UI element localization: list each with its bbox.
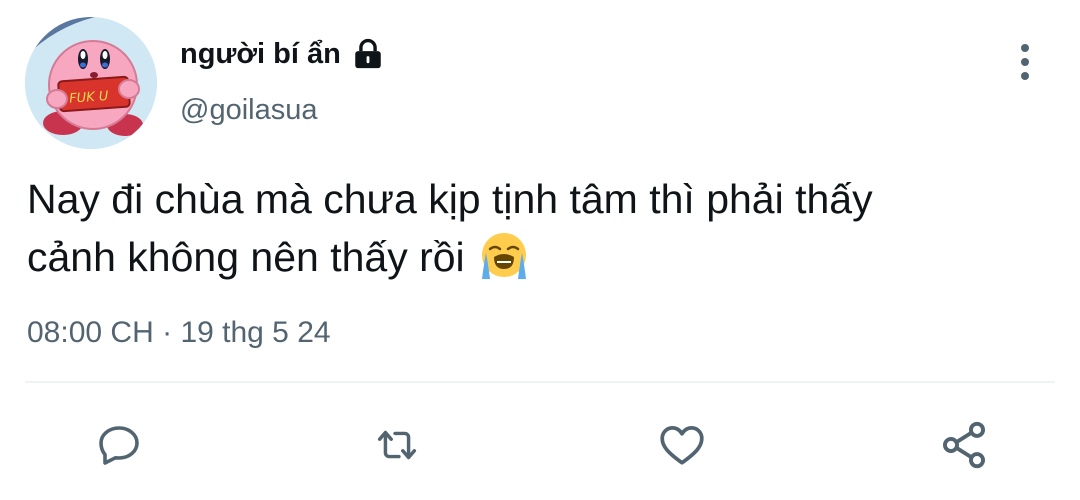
avatar-box-text: FUK U [69,89,110,107]
tweet-date: 19 thg 5 24 [180,316,331,349]
more-vertical-icon[interactable] [1010,40,1040,84]
tweet-body: Nay đi chùa mà chưa kịp tịnh tâm thì phả… [27,170,1027,294]
more-dot [1021,72,1029,80]
like-button[interactable] [655,418,709,472]
share-button[interactable] [937,418,991,472]
kirby-avatar-image: FUK U [25,17,157,149]
divider [25,381,1055,383]
heart-icon [660,426,704,465]
author-name-text: người bí ẩn [180,38,341,70]
loudly-crying-face-icon [480,231,528,294]
tweet-text: Nay đi chùa mà chưa kịp tịnh tâm thì phả… [27,176,873,280]
author-handle[interactable]: @goilasua [180,92,317,128]
lock-icon [351,37,385,71]
author-display-name[interactable]: người bí ẩn [180,36,385,72]
tweet-time: 08:00 CH [27,316,154,349]
share-icon [942,421,986,469]
more-dot [1021,44,1029,52]
retweet-button[interactable] [370,418,424,472]
reply-button[interactable] [92,418,146,472]
retweet-icon [377,430,417,460]
tweet-timestamp[interactable]: 08:00 CH · 19 thg 5 24 [27,313,331,353]
more-dot [1021,58,1029,66]
avatar[interactable]: FUK U [25,17,157,149]
reply-bubble-icon [99,426,139,465]
timestamp-separator: · [162,316,173,349]
